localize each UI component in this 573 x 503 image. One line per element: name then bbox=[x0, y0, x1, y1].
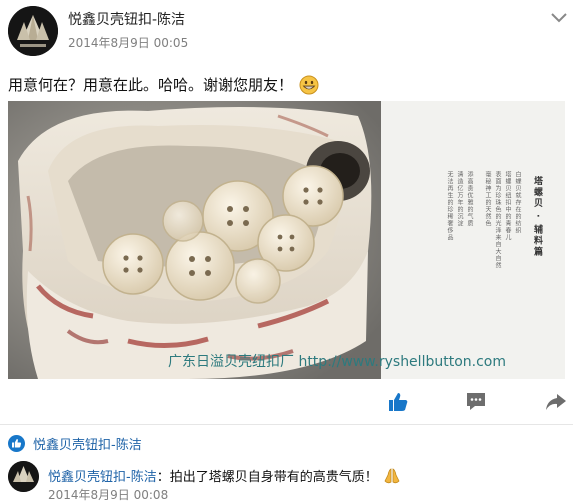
post-author-name[interactable]: 悦鑫贝壳钮扣-陈洁 bbox=[68, 9, 185, 29]
author-avatar[interactable] bbox=[8, 6, 58, 56]
photo-watermark: 广东日溢贝壳纽扣厂 http://www.ryshellbutton.com bbox=[168, 354, 506, 370]
panel-line: 无法再生的珍稀奢侈品 bbox=[446, 171, 453, 241]
post-action-bar bbox=[0, 388, 573, 418]
comment-item: 悦鑫贝壳钮扣-陈洁 ：拍出了塔螺贝自身带有的高贵气质！ 2014年8月9日 00… bbox=[0, 458, 573, 503]
thumbs-up-icon[interactable] bbox=[386, 390, 410, 414]
panel-line: 清造亿万年的沉淀 bbox=[456, 171, 463, 227]
comment-timestamp[interactable]: 2014年8月9日 00:08 bbox=[48, 486, 168, 503]
comment-text: ：拍出了塔螺贝自身带有的高贵气质！ bbox=[156, 470, 378, 485]
comment-line: 悦鑫贝壳钮扣-陈洁 ：拍出了塔螺贝自身带有的高贵气质！ bbox=[48, 466, 402, 485]
praying-hands-icon bbox=[382, 467, 402, 485]
share-icon[interactable] bbox=[544, 390, 568, 414]
post-text-content: 用意何在？用意在此。哈哈。谢谢您朋友！ bbox=[8, 76, 294, 94]
post-photo[interactable]: 塔螺贝 · 辅料篇 白蝶贝就存在的纺织 塔螺贝纽扣中的青春儿 表面为珍珠色的光泽… bbox=[8, 101, 565, 379]
divider bbox=[0, 424, 573, 425]
like-badge-icon bbox=[8, 434, 25, 452]
likes-names[interactable]: 悦鑫贝壳钮扣-陈洁 bbox=[33, 434, 142, 453]
panel-title: 塔螺贝 · 辅料篇 bbox=[532, 176, 542, 258]
comment-icon[interactable] bbox=[464, 390, 488, 414]
post-header: 悦鑫贝壳钮扣-陈洁 2014年8月9日 00:05 bbox=[0, 0, 573, 64]
post-text: 用意何在？用意在此。哈哈。谢谢您朋友！ bbox=[8, 74, 319, 95]
comment-author-name[interactable]: 悦鑫贝壳钮扣-陈洁 bbox=[48, 466, 157, 485]
post-timestamp[interactable]: 2014年8月9日 00:05 bbox=[68, 34, 188, 51]
panel-line: 塔螺贝纽扣中的青春儿 bbox=[504, 171, 511, 241]
comment-author-avatar[interactable] bbox=[8, 461, 39, 492]
panel-line: 毫秘神工的天然色 bbox=[484, 171, 491, 227]
likes-summary[interactable]: 悦鑫贝壳钮扣-陈洁 bbox=[8, 433, 142, 453]
chevron-down-icon[interactable] bbox=[550, 9, 568, 23]
text-panel: 塔螺贝 · 辅料篇 白蝶贝就存在的纺织 塔螺贝纽扣中的青春儿 表面为珍珠色的光泽… bbox=[381, 101, 565, 379]
panel-line: 表面为珍珠色的光泽来自大自然 bbox=[494, 171, 501, 269]
grinning-face-icon bbox=[299, 75, 319, 95]
panel-line: 添高贵优雅的气质 bbox=[466, 171, 473, 227]
panel-line: 白蝶贝就存在的纺织 bbox=[514, 171, 521, 234]
